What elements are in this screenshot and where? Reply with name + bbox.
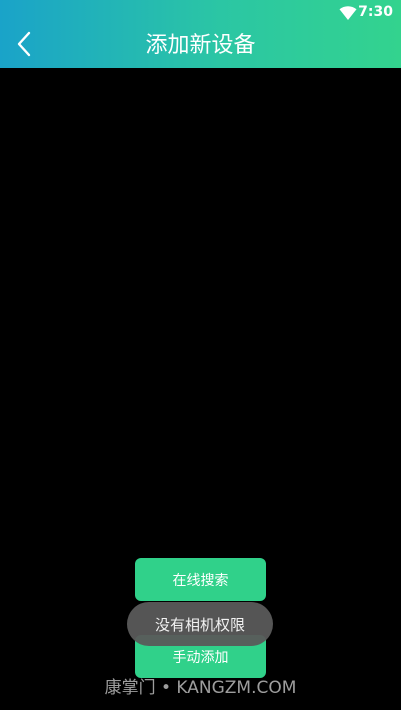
online-search-button[interactable]: 在线搜索 <box>135 558 266 601</box>
page-title: 添加新设备 <box>145 33 256 58</box>
toast-message: 没有相机权限 <box>127 602 273 646</box>
status-bar: 7:30 <box>0 0 401 24</box>
status-time: 7:30 <box>358 4 393 20</box>
app-header: 7:30 添加新设备 <box>0 0 401 68</box>
wifi-icon <box>339 5 357 20</box>
watermark: 康掌门 • KANGZM.COM <box>104 678 297 698</box>
